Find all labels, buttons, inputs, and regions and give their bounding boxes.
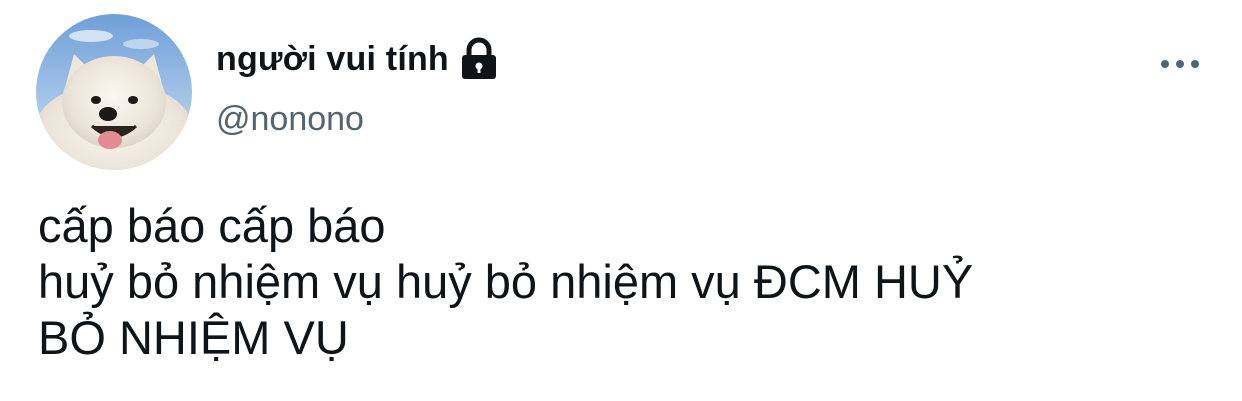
tweet-card: người vui tính @nonono cấp báo cấp báo h… [0, 0, 1242, 401]
lock-icon [459, 36, 499, 82]
user-handle[interactable]: @nonono [216, 100, 364, 139]
more-horizontal-icon [1161, 60, 1199, 68]
tweet-text: cấp báo cấp báo huỷ bỏ nhiệm vụ huỷ bỏ n… [38, 199, 974, 364]
display-name[interactable]: người vui tính [216, 40, 449, 79]
samoyed-dog-icon [36, 14, 192, 170]
more-options-button[interactable] [1150, 46, 1210, 82]
user-name-row: người vui tính [216, 34, 499, 84]
avatar[interactable] [36, 14, 192, 170]
